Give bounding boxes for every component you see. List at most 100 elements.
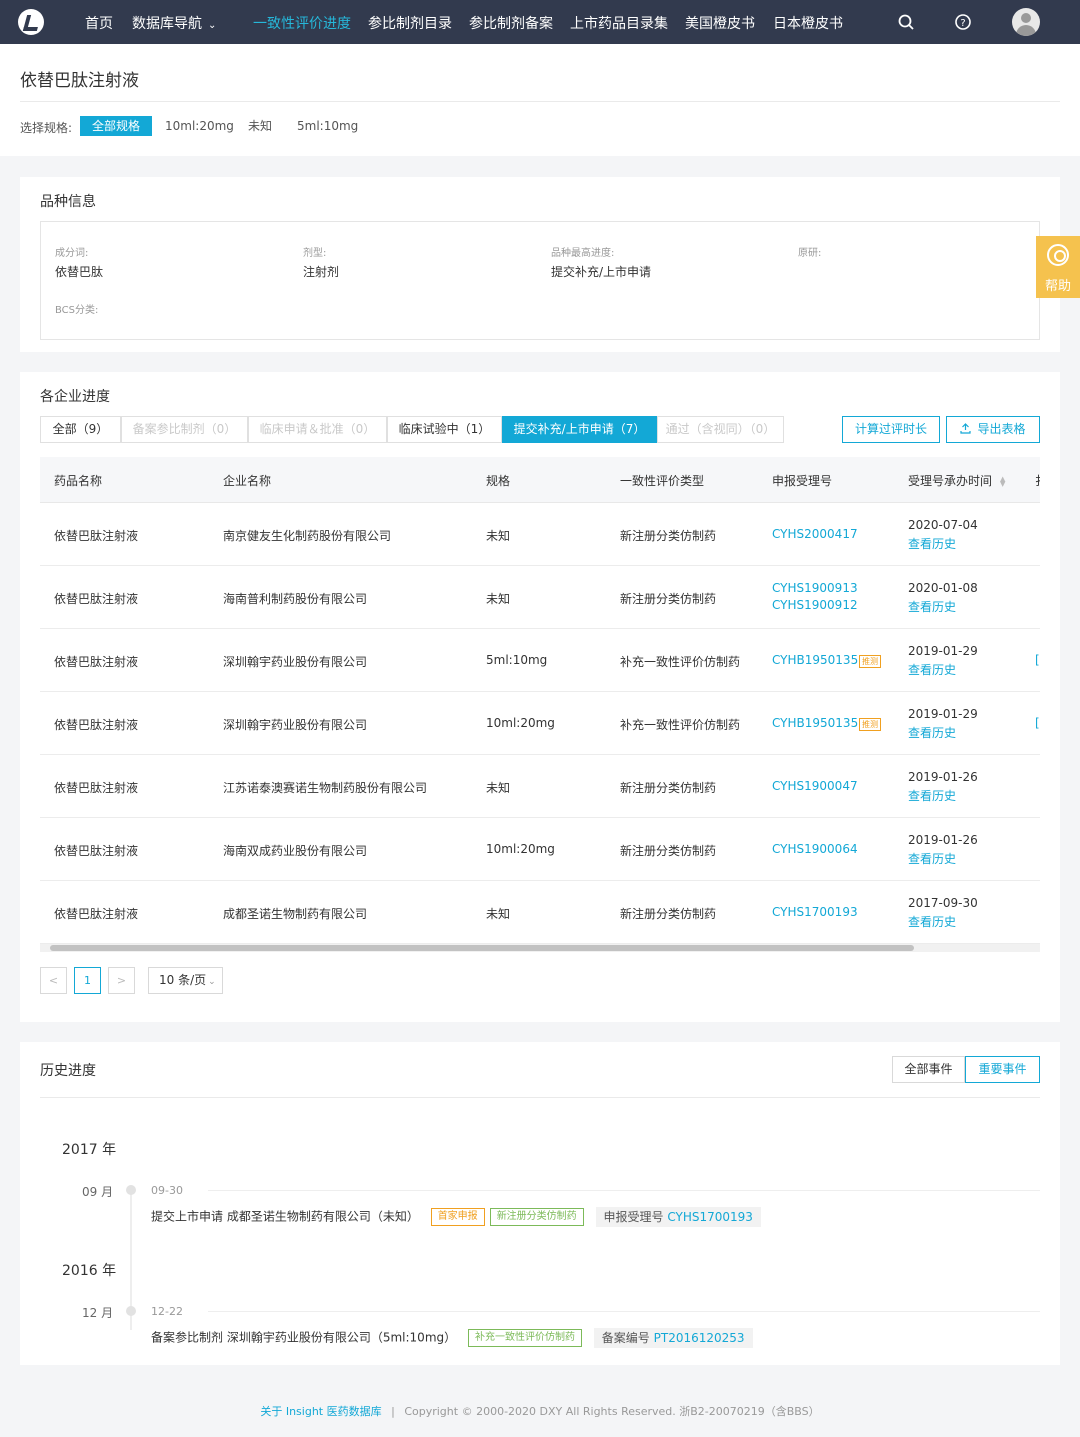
cell-spec: 10ml:20mg [486, 842, 555, 856]
timeline-dot [126, 1306, 136, 1316]
cell-application-no[interactable]: CYHS1700193 [772, 905, 858, 919]
originator-label: 原研: [798, 248, 822, 259]
important-events-button[interactable]: 重要事件 [965, 1056, 1040, 1083]
calc-duration-button[interactable]: 计算过评时长 [842, 416, 940, 443]
cell-spec: 未知 [486, 529, 511, 543]
pager-next-button[interactable]: > [108, 967, 135, 994]
view-history-link[interactable]: 查看历史 [908, 850, 956, 867]
divider [40, 1097, 1040, 1098]
divider [208, 1190, 1040, 1191]
svg-text:?: ? [960, 18, 965, 29]
cell-truncated[interactable]: [ [1035, 716, 1040, 730]
pager-prev-button[interactable]: < [40, 967, 67, 994]
nav-jp-orange-book[interactable]: 日本橙皮书 [773, 13, 843, 33]
dosage-form-label: 剂型: [303, 248, 327, 259]
cell-evaluation-type: 补充一致性评价仿制药 [620, 718, 741, 732]
spec-option-all[interactable]: 全部规格 [80, 116, 153, 136]
all-events-button[interactable]: 全部事件 [892, 1056, 965, 1083]
cell-accept-date: 2019-01-29 [908, 707, 978, 721]
nav-database[interactable]: 数据库导航 ⌄ [132, 13, 216, 33]
cell-drug-name: 依替巴肽注射液 [54, 907, 139, 921]
table-row: 依替巴肽注射液 海南双成药业股份有限公司 10ml:20mg 新注册分类仿制药 CYHS… [40, 818, 1040, 881]
tab-clinical-trial[interactable]: 临床试验中（1） [387, 416, 502, 443]
tag-first-filing: 首家申报 [430, 1208, 485, 1226]
nav-database-label: 数据库导航 [132, 16, 202, 32]
nav-reference-filing[interactable]: 参比制剂备案 [469, 13, 553, 33]
cell-drug-name: 依替巴肽注射液 [54, 529, 139, 543]
cell-application-no[interactable]: CYHS1900912 [772, 598, 858, 612]
upload-icon [960, 423, 972, 434]
view-history-link[interactable]: 查看历史 [908, 913, 956, 930]
nav-consistency[interactable]: 一致性评价进度 [253, 13, 351, 33]
table-row: 依替巴肽注射液 深圳翰宇药业股份有限公司 5ml:10mg 补充一致性评价仿制药 CYH… [40, 629, 1040, 692]
page-size-select[interactable]: 10 条/页 ⌄ [148, 967, 223, 994]
event-type: 备案参比制剂 [151, 1330, 224, 1345]
view-history-link[interactable]: 查看历史 [908, 724, 956, 741]
tab-clinical-application[interactable]: 临床申请＆批准（0） [248, 416, 387, 443]
nav-us-orange-book[interactable]: 美国橙皮书 [685, 13, 755, 33]
cell-spec: 未知 [486, 592, 511, 606]
cell-company: 江苏诺泰澳赛诺生物制药股份有限公司 [223, 781, 428, 795]
table-header: 药品名称 企业名称 规格 一致性评价类型 申报受理号 受理号承办时间 ▲▼ 扌 [40, 457, 1040, 503]
spec-option-5ml[interactable]: 5ml:10mg [285, 116, 370, 136]
horizontal-scrollbar[interactable] [40, 944, 1040, 952]
cell-application-no[interactable]: CYHS2000417 [772, 527, 858, 541]
event-type: 提交上市申请 [151, 1209, 224, 1224]
ref-number-link[interactable]: CYHS1700193 [667, 1210, 753, 1224]
cell-application-no[interactable]: CYHS1900913 [772, 581, 858, 595]
tab-supplement-application[interactable]: 提交补充/上市申请（7） [502, 416, 657, 443]
divider [208, 1311, 1040, 1312]
event-date: 12-22 [151, 1305, 183, 1318]
ingredient-label: 成分词: [55, 248, 89, 259]
event-company: 成都圣诺生物制药有限公司（未知） [226, 1209, 419, 1224]
avatar[interactable] [1012, 8, 1040, 36]
ref-number-link[interactable]: PT2016120253 [654, 1331, 745, 1345]
sort-icon[interactable]: ▲ ▼ [1000, 475, 1005, 487]
table-row: 依替巴肽注射液 南京健友生化制药股份有限公司 未知 新注册分类仿制药 CYHS20004… [40, 503, 1040, 566]
view-history-link[interactable]: 查看历史 [908, 787, 956, 804]
tab-all[interactable]: 全部（9） [40, 416, 121, 443]
spec-option-10ml[interactable]: 10ml:20mg [153, 116, 246, 136]
nav-listed-drugs[interactable]: 上市药品目录集 [570, 13, 668, 33]
col-accept-time[interactable]: 受理号承办时间 ▲ ▼ [908, 472, 1005, 489]
timeline-month: 09 月 [82, 1185, 114, 1199]
event-date: 09-30 [151, 1184, 183, 1197]
nav-reference-catalog[interactable]: 参比制剂目录 [368, 13, 452, 33]
inferred-badge: 推测 [859, 655, 881, 668]
cell-accept-date: 2020-01-08 [908, 581, 978, 595]
event-ref: 申报受理号 CYHS1700193 [595, 1207, 761, 1227]
cell-accept-date: 2019-01-29 [908, 644, 978, 658]
cell-application-no[interactable]: CYHS1900064 [772, 842, 858, 856]
view-history-link[interactable]: 查看历史 [908, 661, 956, 678]
about-link[interactable]: 关于 Insight 医药数据库 [260, 1405, 381, 1418]
view-history-link[interactable]: 查看历史 [908, 598, 956, 615]
chevron-down-icon: ⌄ [208, 977, 216, 987]
cell-truncated[interactable]: [ [1035, 653, 1040, 667]
cell-drug-name: 依替巴肽注射液 [54, 655, 139, 669]
cell-company: 深圳翰宇药业股份有限公司 [223, 655, 368, 669]
cell-evaluation-type: 补充一致性评价仿制药 [620, 655, 741, 669]
export-table-button[interactable]: 导出表格 [946, 416, 1040, 443]
pager-page-1[interactable]: 1 [74, 967, 101, 994]
cell-evaluation-type: 新注册分类仿制药 [620, 592, 717, 606]
timeline-dot [126, 1185, 136, 1195]
nav-home[interactable]: 首页 [85, 13, 113, 33]
spec-option-unknown[interactable]: 未知 [236, 116, 284, 136]
spec-label: 选择规格: [20, 121, 73, 135]
logo-icon[interactable] [18, 9, 44, 35]
tab-reference-filing[interactable]: 备案参比制剂（0） [121, 416, 248, 443]
scrollbar-thumb[interactable] [50, 945, 914, 951]
cell-application-no[interactable]: CYHB1950135 [772, 653, 858, 667]
page-size-value: 10 条/页 [159, 973, 207, 987]
search-icon[interactable] [897, 13, 915, 31]
help-button[interactable]: 帮助 [1036, 236, 1080, 298]
tab-approved[interactable]: 通过（含视同）（0） [657, 416, 784, 443]
cell-application-no[interactable]: CYHS1900047 [772, 779, 858, 793]
cell-drug-name: 依替巴肽注射液 [54, 718, 139, 732]
question-icon[interactable]: ? [954, 13, 972, 31]
col-application-no: 申报受理号 [772, 474, 833, 488]
cell-application-no[interactable]: CYHB1950135 [772, 716, 858, 730]
view-history-link[interactable]: 查看历史 [908, 535, 956, 552]
table-row: 依替巴肽注射液 成都圣诺生物制药有限公司 未知 新注册分类仿制药 CYHS1700193… [40, 881, 1040, 944]
bcs-label: BCS分类: [55, 305, 99, 316]
